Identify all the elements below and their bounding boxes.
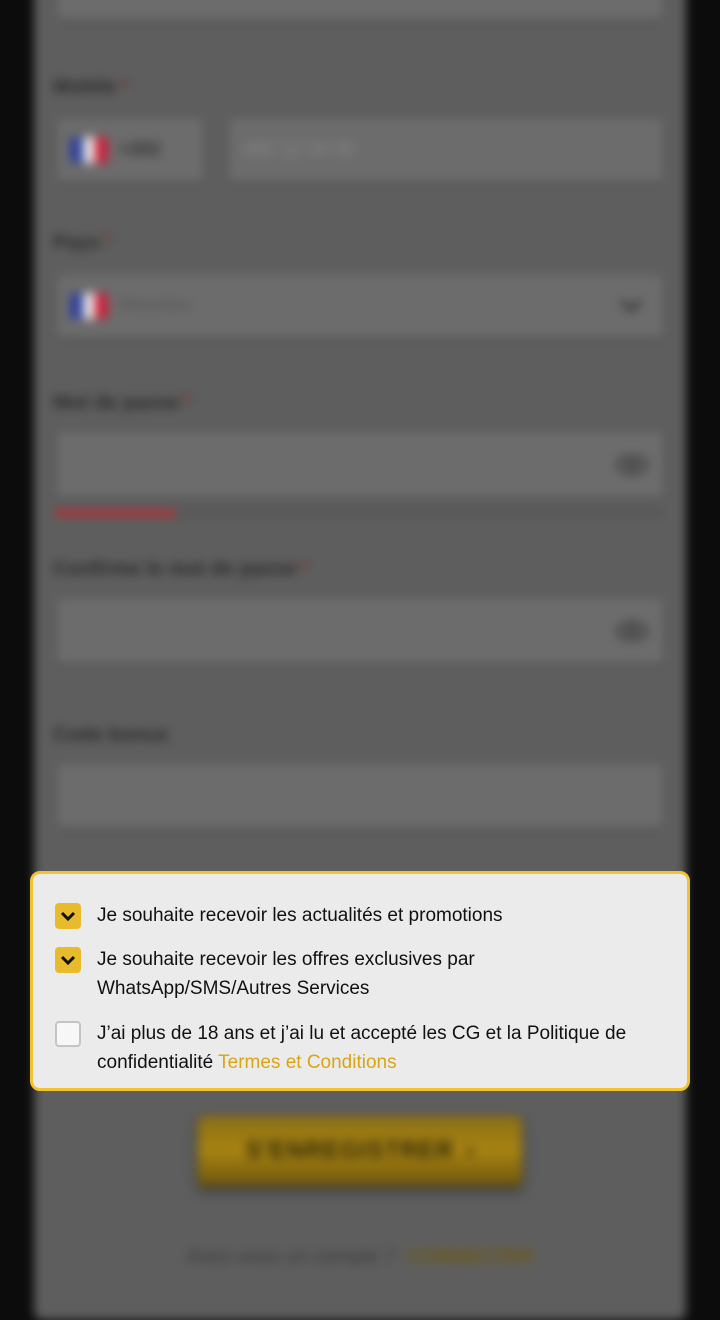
- password-label: Mot de passe *: [53, 392, 192, 414]
- country-select[interactable]: Reunion: [56, 274, 664, 338]
- eye-icon[interactable]: [616, 455, 648, 475]
- mobile-label: Mobile *: [53, 76, 129, 98]
- dial-code-select[interactable]: +262: [56, 118, 204, 182]
- chevron-right-icon: ›: [466, 1137, 475, 1164]
- password-strength-bar: [54, 510, 664, 516]
- consent-terms-checkbox[interactable]: [55, 1021, 81, 1047]
- chevron-down-icon: [60, 955, 76, 966]
- france-flag-icon: [70, 137, 108, 163]
- consent-news-checkbox[interactable]: [55, 903, 81, 929]
- login-question: Avez-vous un compte ?: [186, 1246, 396, 1268]
- bonus-code-input[interactable]: [56, 764, 664, 828]
- mobile-placeholder: 692 12 34 56: [244, 139, 355, 160]
- chevron-down-icon: [60, 911, 76, 922]
- dial-code-value: +262: [118, 139, 161, 160]
- terms-link[interactable]: Termes et Conditions: [218, 1052, 396, 1073]
- password-strength-fill: [54, 510, 176, 516]
- confirm-password-input[interactable]: [56, 598, 664, 664]
- register-button[interactable]: S'ENREGISTRER ›: [198, 1116, 522, 1186]
- consent-news-label: Je souhaite recevoir les actualités et p…: [97, 905, 503, 926]
- consent-exclusive-row[interactable]: Je souhaite recevoir les offres exclusiv…: [55, 945, 657, 1003]
- login-prompt: Avez-vous un compte ? CONNECTER: [0, 1246, 720, 1269]
- eye-icon[interactable]: [616, 621, 648, 641]
- consent-exclusive-checkbox[interactable]: [55, 947, 81, 973]
- mobile-input[interactable]: 692 12 34 56: [228, 118, 664, 182]
- previous-field-input[interactable]: [56, 0, 664, 20]
- france-flag-icon: [70, 293, 108, 319]
- bonus-code-label: Code bonus: [53, 724, 169, 746]
- login-link[interactable]: CONNECTER: [407, 1246, 534, 1268]
- consent-exclusive-label: Je souhaite recevoir les offres exclusiv…: [97, 949, 475, 999]
- confirm-password-label: Confirme le mot de passe *: [53, 558, 309, 580]
- country-label: Pays *: [53, 232, 112, 254]
- register-button-label: S'ENREGISTRER: [245, 1137, 455, 1164]
- consent-panel: Je souhaite recevoir les actualités et p…: [30, 871, 690, 1091]
- password-input[interactable]: [56, 432, 664, 498]
- consent-news-row[interactable]: Je souhaite recevoir les actualités et p…: [55, 901, 657, 930]
- consent-terms-row[interactable]: J’ai plus de 18 ans et j’ai lu et accept…: [55, 1019, 657, 1077]
- chevron-down-icon[interactable]: [618, 298, 644, 314]
- country-value: Reunion: [120, 295, 191, 316]
- consent-terms-label: J’ai plus de 18 ans et j’ai lu et accept…: [97, 1019, 657, 1077]
